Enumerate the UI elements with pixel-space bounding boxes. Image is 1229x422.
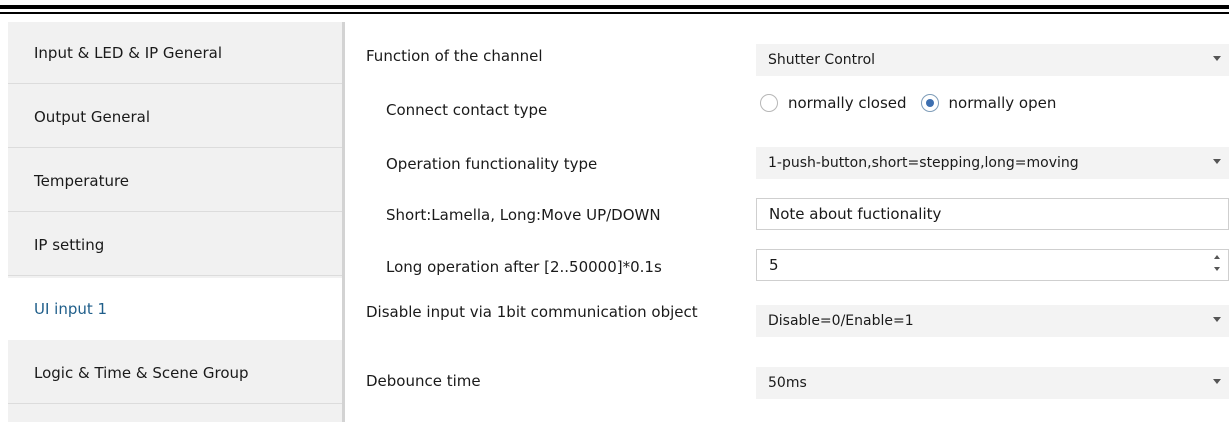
radio-normally-closed-label[interactable]: normally closed [788,94,907,112]
contact-type-label: Connect contact type [386,101,548,119]
function-label: Function of the channel [366,47,543,65]
note-value: Note about fuctionality [769,205,942,223]
sidebar-item-label: UI input 1 [34,300,108,318]
radio-normally-open[interactable] [920,94,939,112]
radio-normally-open-label[interactable]: normally open [949,94,1057,112]
contact-type-radio-group: normally closed normally open [760,94,1070,112]
radio-normally-closed[interactable] [760,94,778,112]
chevron-down-icon [1213,317,1221,322]
top-border-line [0,5,1229,9]
radio-selected-dot [925,99,934,107]
chevron-down-icon [1213,379,1221,384]
chevron-down-icon [1213,56,1221,61]
operation-type-value: 1-push-button,short=stepping,long=moving [768,155,1079,171]
sidebar-item-ui-input-1[interactable]: UI input 1 [8,278,342,340]
sidebar-item-label: Input & LED & IP General [34,43,223,62]
operation-type-select[interactable]: 1-push-button,short=stepping,long=moving [756,147,1229,179]
debounce-value: 50ms [768,375,807,391]
sidebar-item-ip-setting[interactable]: IP setting [8,214,342,276]
disable-input-value: Disable=0/Enable=1 [768,313,914,329]
disable-input-select[interactable]: Disable=0/Enable=1 [756,305,1229,337]
operation-type-label: Operation functionality type [386,155,598,173]
function-select[interactable]: Shutter Control [756,44,1229,76]
sidebar-item-logic-time-scene-group[interactable]: Logic & Time & Scene Group [8,342,342,404]
chevron-down-icon [1213,159,1221,164]
long-operation-value: 5 [769,256,779,274]
spinner-icon[interactable] [1214,255,1222,275]
note-field[interactable]: Note about fuctionality [756,198,1229,230]
sidebar-item-temperature[interactable]: Temperature [8,150,342,212]
sidebar-item-label: IP setting [34,235,105,254]
sidebar-item-label: Output General [34,107,150,126]
debounce-label: Debounce time [366,372,481,390]
sidebar-item-output-general[interactable]: Output General [8,86,342,148]
panel-divider [342,22,345,422]
disable-input-label: Disable input via 1bit communication obj… [366,303,698,321]
note-label: Short:Lamella, Long:Move UP/DOWN [386,206,661,224]
function-value: Shutter Control [768,52,876,68]
debounce-select[interactable]: 50ms [756,367,1229,399]
sidebar-item-label: Temperature [34,171,130,190]
sidebar-item-label: Logic & Time & Scene Group [34,363,249,382]
sidebar-item-input-led-ip-general[interactable]: Input & LED & IP General [8,22,342,84]
long-operation-stepper[interactable]: 5 [756,249,1229,281]
top-border-line-thin [0,12,1229,14]
long-operation-label: Long operation after [2..50000]*0.1s [386,258,662,276]
sidebar: Input & LED & IP General Output General … [8,22,342,422]
